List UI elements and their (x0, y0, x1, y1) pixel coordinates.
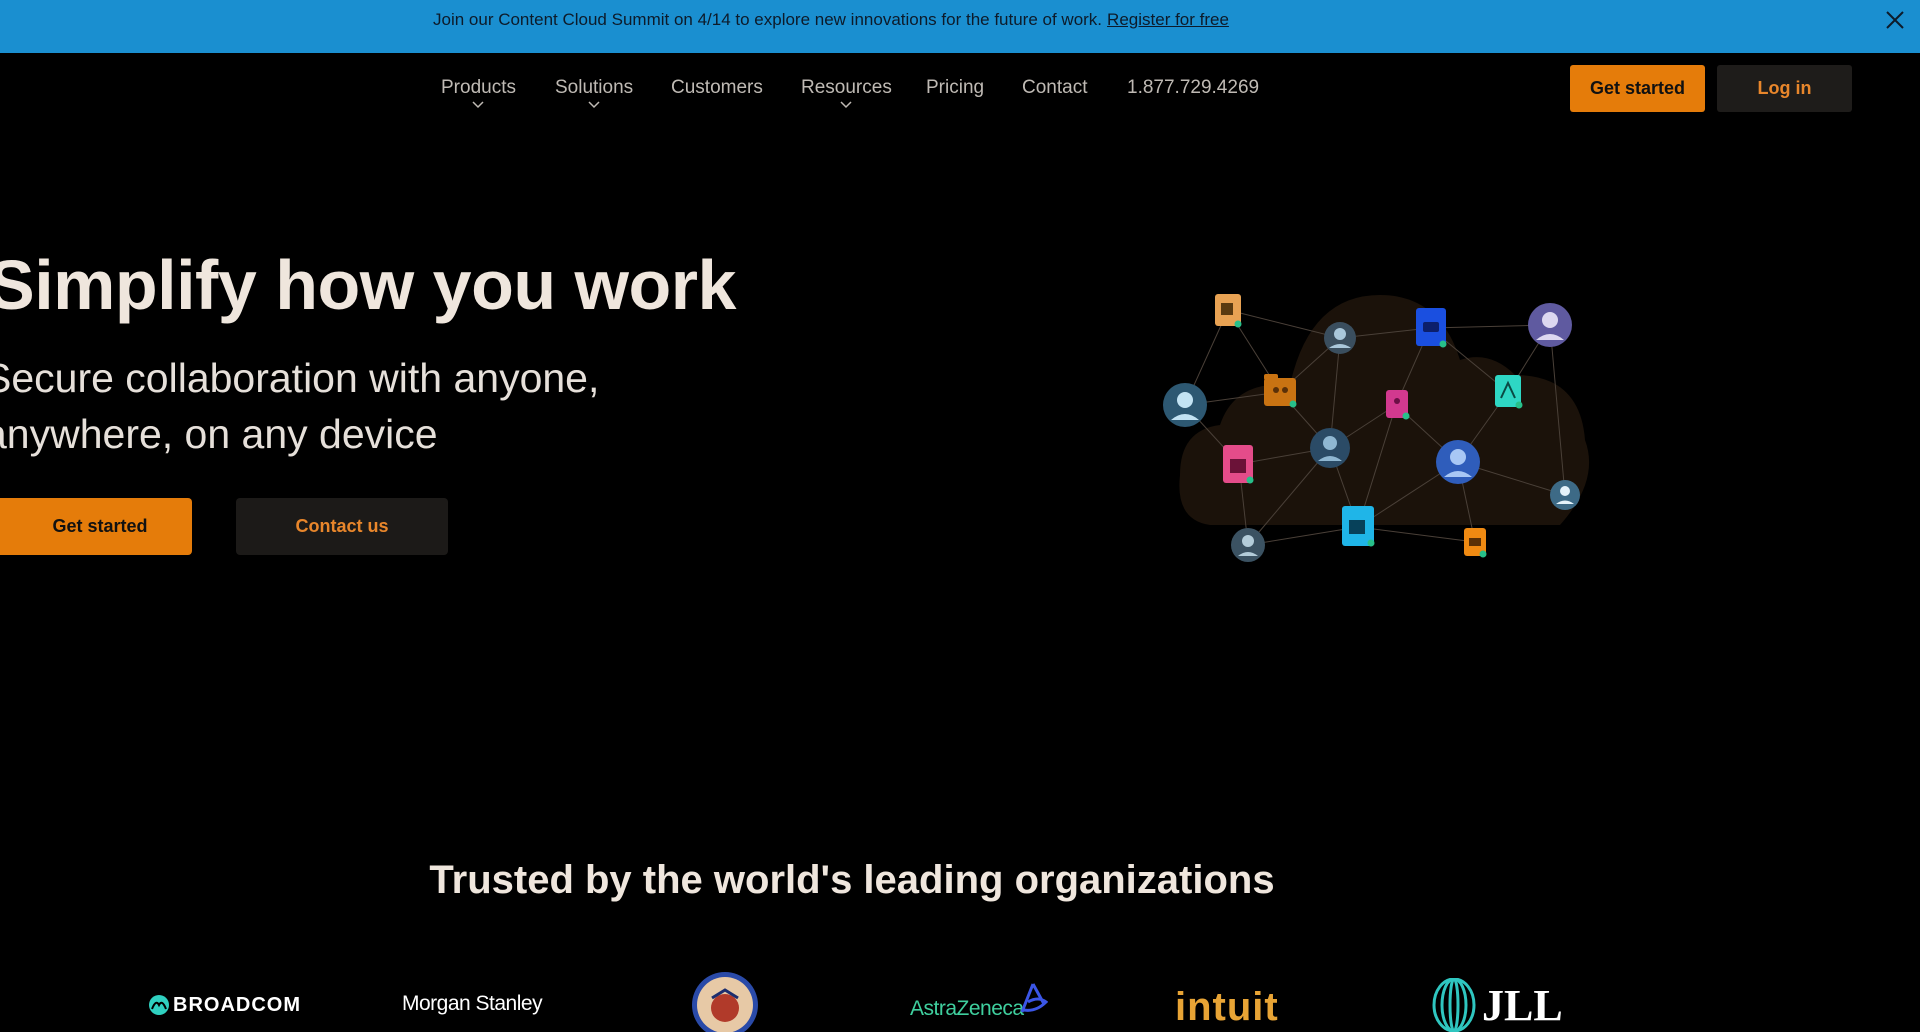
nav-pricing-label: Pricing (926, 77, 985, 98)
register-link[interactable]: Register for free (1107, 10, 1229, 29)
nav-products-label: Products (441, 77, 516, 98)
hero-subtitle: Secure collaboration with anyone, anywhe… (0, 350, 604, 462)
nav-contact-label: Contact (1022, 77, 1088, 98)
word-doc-blue-icon (1342, 506, 1375, 547)
broadcom-logo-text: BROADCOM (173, 994, 301, 1016)
banner-text: Join our Content Cloud Summit on 4/14 to… (433, 10, 1103, 29)
shared-folder-icon (1264, 374, 1297, 408)
announcement-banner: Join our Content Cloud Summit on 4/14 to… (0, 0, 1920, 53)
chevron-down-icon (472, 101, 485, 109)
hero-subtitle-line-2: anywhere, on any device (0, 411, 438, 457)
word-doc-icon (1215, 294, 1242, 328)
slides-file-icon (1464, 528, 1487, 558)
hero-get-started-button[interactable]: Get started (0, 498, 192, 555)
chevron-down-icon (588, 101, 600, 109)
banner-message: Join our Content Cloud Summit on 4/14 to… (433, 10, 1229, 30)
chevron-down-icon (840, 101, 852, 109)
collaboration-network-illustration (1163, 294, 1590, 562)
us-air-force-seal-logo (690, 970, 760, 1032)
jll-logo-text: JLL (1482, 981, 1563, 1030)
intuit-logo-text: intuit (1175, 985, 1279, 1029)
spreadsheet-file-icon (1223, 445, 1254, 484)
jll-logo: JLL (1430, 977, 1563, 1032)
nav-phone[interactable]: 1.877.729.4269 (1127, 77, 1259, 99)
video-file-icon (1416, 308, 1447, 348)
image-file-icon (1386, 390, 1410, 420)
get-started-button[interactable]: Get started (1570, 65, 1705, 112)
main-navigation: Products Solutions Customers Resources P… (0, 53, 1920, 123)
morgan-stanley-logo: Morgan Stanley (402, 992, 543, 1032)
avatar-icon (1550, 480, 1580, 510)
intuit-logo: intuit (1175, 985, 1279, 1032)
contact-us-button[interactable]: Contact us (236, 498, 448, 555)
avatar-icon (1163, 383, 1207, 427)
hero-subtitle-line-1: Secure collaboration with anyone, (0, 355, 600, 401)
nav-resources-label: Resources (801, 77, 892, 98)
avatar-icon (1436, 440, 1480, 484)
avatar-icon (1310, 428, 1350, 468)
hero-title: Simplify how you work (0, 246, 736, 324)
avatar-icon (1528, 303, 1572, 347)
login-button[interactable]: Log in (1717, 65, 1852, 112)
broadcom-logo: BROADCOM (148, 993, 300, 1032)
nav-contact[interactable]: Contact (1022, 77, 1087, 99)
astrazeneca-logo-text: AstraZeneca (910, 997, 1024, 1020)
nav-solutions-label: Solutions (555, 77, 634, 98)
close-icon[interactable] (1882, 7, 1908, 33)
avatar-icon (1324, 322, 1356, 354)
nav-resources[interactable]: Resources (801, 77, 892, 109)
nav-pricing[interactable]: Pricing (926, 77, 984, 99)
nav-customers-label: Customers (671, 77, 763, 98)
pdf-file-icon (1495, 375, 1523, 409)
trusted-heading: Trusted by the world's leading organizat… (429, 858, 1275, 902)
morgan-stanley-logo-text: Morgan Stanley (402, 992, 543, 1015)
nav-products[interactable]: Products (441, 77, 516, 109)
nav-solutions[interactable]: Solutions (555, 77, 634, 109)
nav-phone-label: 1.877.729.4269 (1127, 77, 1260, 98)
avatar-icon (1231, 528, 1265, 562)
nav-customers[interactable]: Customers (671, 77, 763, 99)
